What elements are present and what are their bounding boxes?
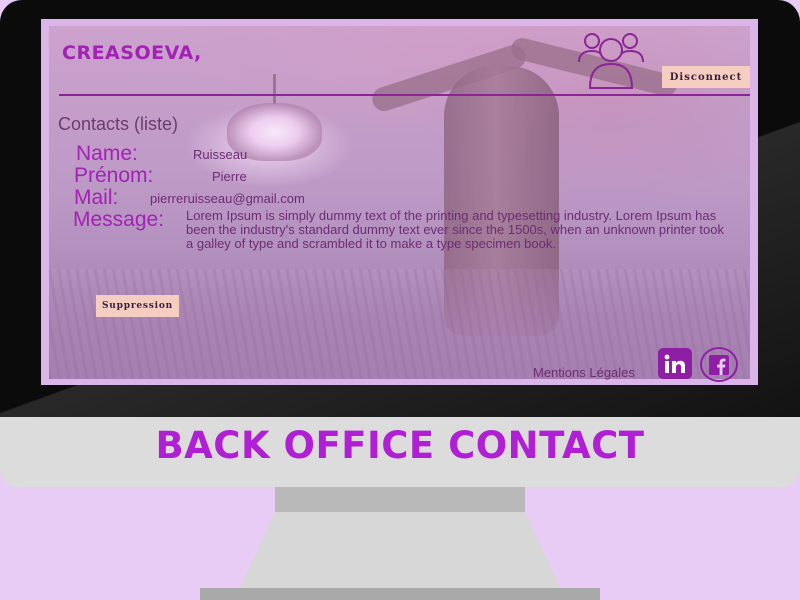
firstname-label: Prénom:: [74, 164, 154, 187]
header-divider: [59, 94, 750, 96]
linkedin-icon[interactable]: [658, 348, 692, 379]
name-value: Ruisseau: [193, 147, 248, 162]
page-title: Contacts (liste): [58, 114, 179, 134]
firstname-value: Pierre: [212, 169, 247, 184]
users-icon: [578, 33, 644, 89]
monitor-base: [200, 588, 600, 600]
screen: [41, 19, 758, 385]
message-value: Lorem Ipsum is simply dummy text of the …: [186, 208, 724, 251]
screen-overlay: [41, 19, 758, 385]
monitor-stand: [237, 512, 563, 594]
facebook-glyph: [709, 354, 729, 375]
mail-value: pierreruisseau@gmail.com: [150, 191, 305, 206]
banner-title: BACK OFFICE CONTACT: [155, 424, 645, 467]
monitor-neck: [275, 487, 525, 513]
message-label: Message:: [73, 208, 165, 231]
legal-notice-link[interactable]: Mentions Légales: [533, 365, 635, 380]
disconnect-button[interactable]: Disconnect: [662, 66, 750, 88]
name-label: Name:: [76, 142, 138, 165]
facebook-icon[interactable]: [700, 347, 738, 382]
mail-label: Mail:: [74, 186, 119, 209]
linkedin-glyph: [664, 354, 685, 373]
delete-button[interactable]: Suppression: [96, 295, 179, 317]
brand-logo-text: CREASOEVA,: [62, 42, 202, 64]
